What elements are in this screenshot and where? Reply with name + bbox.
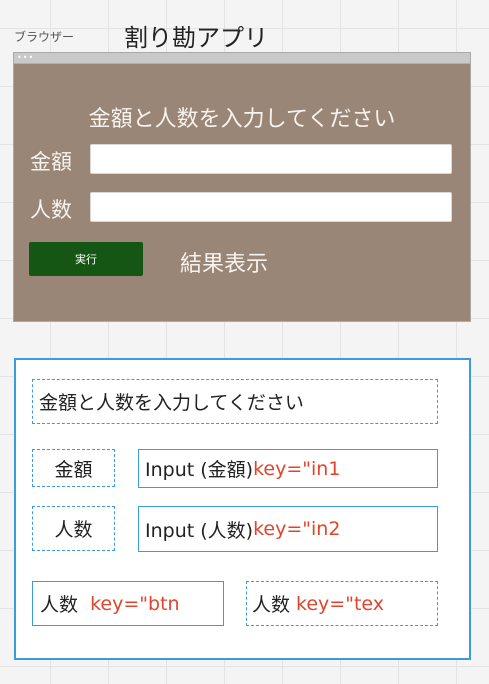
- wire-people-input: Input (人数) key="in2: [138, 506, 438, 552]
- wire-amount-input: Input (金額) key="in1: [138, 449, 438, 488]
- wire-text-box: 人数 key="tex: [246, 581, 438, 626]
- amount-input[interactable]: [90, 144, 452, 174]
- amount-label: 金額: [30, 150, 72, 174]
- browser-titlebar: •••: [14, 53, 470, 64]
- window-dots-icon: •••: [17, 53, 35, 62]
- wire-button-box: 人数 key="btn: [32, 581, 224, 626]
- wire-amount-input-key: key="in1: [253, 457, 341, 480]
- wire-people-input-text: Input (人数): [145, 519, 254, 542]
- wire-amount-label: 金額: [32, 449, 115, 487]
- wire-amount-label-text: 金額: [54, 458, 93, 481]
- wire-text-box-key: key="tex: [296, 592, 385, 615]
- app-title: 割り勘アプリ: [124, 24, 268, 52]
- mockup-heading: 金額と人数を入力してください: [88, 107, 396, 132]
- wireframe-panel: 金額と人数を入力してください 金額 Input (金額) key="in1 人数…: [14, 358, 471, 660]
- people-label: 人数: [30, 198, 72, 222]
- result-display: 結果表示: [180, 252, 269, 277]
- wire-heading-text: 金額と人数を入力してください: [32, 379, 438, 424]
- wire-people-label: 人数: [32, 506, 115, 551]
- wire-people-label-text: 人数: [54, 519, 93, 541]
- wire-heading-label: 金額と人数を入力してください: [39, 392, 304, 414]
- wire-text-box-text: 人数: [252, 594, 297, 616]
- wire-button-key: key="btn: [90, 592, 180, 615]
- browser-label: ブラウザー: [14, 30, 75, 44]
- execute-button[interactable]: 実行: [29, 242, 143, 276]
- people-input[interactable]: [90, 192, 452, 222]
- wire-button-text: 人数: [40, 594, 91, 616]
- wire-people-input-key: key="in2: [253, 518, 341, 540]
- wire-amount-input-text: Input (金額): [145, 459, 254, 481]
- browser-mockup: ••• 金額と人数を入力してください 金額 人数 実行 結果表示: [13, 52, 471, 322]
